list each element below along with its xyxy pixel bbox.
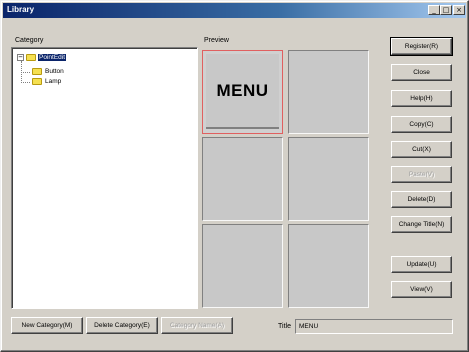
folder-icon [26, 54, 36, 61]
preview-cell-4[interactable] [288, 137, 369, 221]
library-window: Library _ □ × Category − PointEdit Butto… [0, 0, 469, 352]
window-title: Library [7, 5, 35, 14]
category-label: Category [15, 37, 44, 44]
minimize-icon[interactable]: _ [428, 5, 440, 15]
title-field[interactable]: MENU [295, 319, 453, 334]
new-category-button[interactable]: New Category(M) [11, 317, 83, 334]
tree-connector [21, 82, 30, 83]
thumbnail-underline [206, 127, 279, 129]
copy-button[interactable]: Copy(C) [391, 116, 452, 133]
view-button[interactable]: View(V) [391, 281, 452, 298]
close-button[interactable]: Close [391, 64, 452, 81]
preview-label: Preview [204, 37, 229, 44]
paste-button[interactable]: Paste(V) [391, 166, 452, 183]
tree-item-lamp[interactable]: Lamp [30, 77, 62, 86]
rename-category-button[interactable]: Category Name(A) [161, 317, 233, 334]
maximize-icon[interactable]: □ [440, 5, 452, 15]
preview-cell-5[interactable] [202, 224, 283, 308]
folder-icon [32, 68, 42, 75]
title-label: Title [278, 323, 291, 330]
delete-button[interactable]: Delete(D) [391, 191, 452, 208]
tree-item-label: Button [45, 68, 64, 75]
cut-button[interactable]: Cut(X) [391, 141, 452, 158]
tree-item-button[interactable]: Button [30, 67, 65, 76]
preview-cell-1[interactable]: MENU [202, 50, 283, 134]
tree-connector [21, 72, 30, 73]
update-button[interactable]: Update(U) [391, 256, 452, 273]
category-tree[interactable]: − PointEdit Button Lamp [11, 47, 198, 309]
tree-item-label: PointEdit [38, 54, 67, 61]
preview-cell-2[interactable] [288, 50, 369, 134]
tree-item-label: Lamp [45, 78, 62, 85]
register-button[interactable]: Register(R) [390, 37, 453, 56]
help-button[interactable]: Help(H) [391, 90, 452, 107]
folder-icon [32, 78, 42, 85]
preview-cell-3[interactable] [202, 137, 283, 221]
change-title-button[interactable]: Change Title(N) [391, 216, 452, 233]
delete-category-button[interactable]: Delete Category(E) [86, 317, 158, 334]
preview-cell-6[interactable] [288, 224, 369, 308]
tree-item-pointedit[interactable]: − PointEdit [17, 53, 67, 62]
collapse-icon[interactable]: − [17, 54, 24, 61]
close-icon[interactable]: × [453, 5, 465, 15]
preview-thumbnail: MENU [206, 54, 279, 127]
title-bar[interactable]: Library _ □ × [3, 3, 466, 18]
